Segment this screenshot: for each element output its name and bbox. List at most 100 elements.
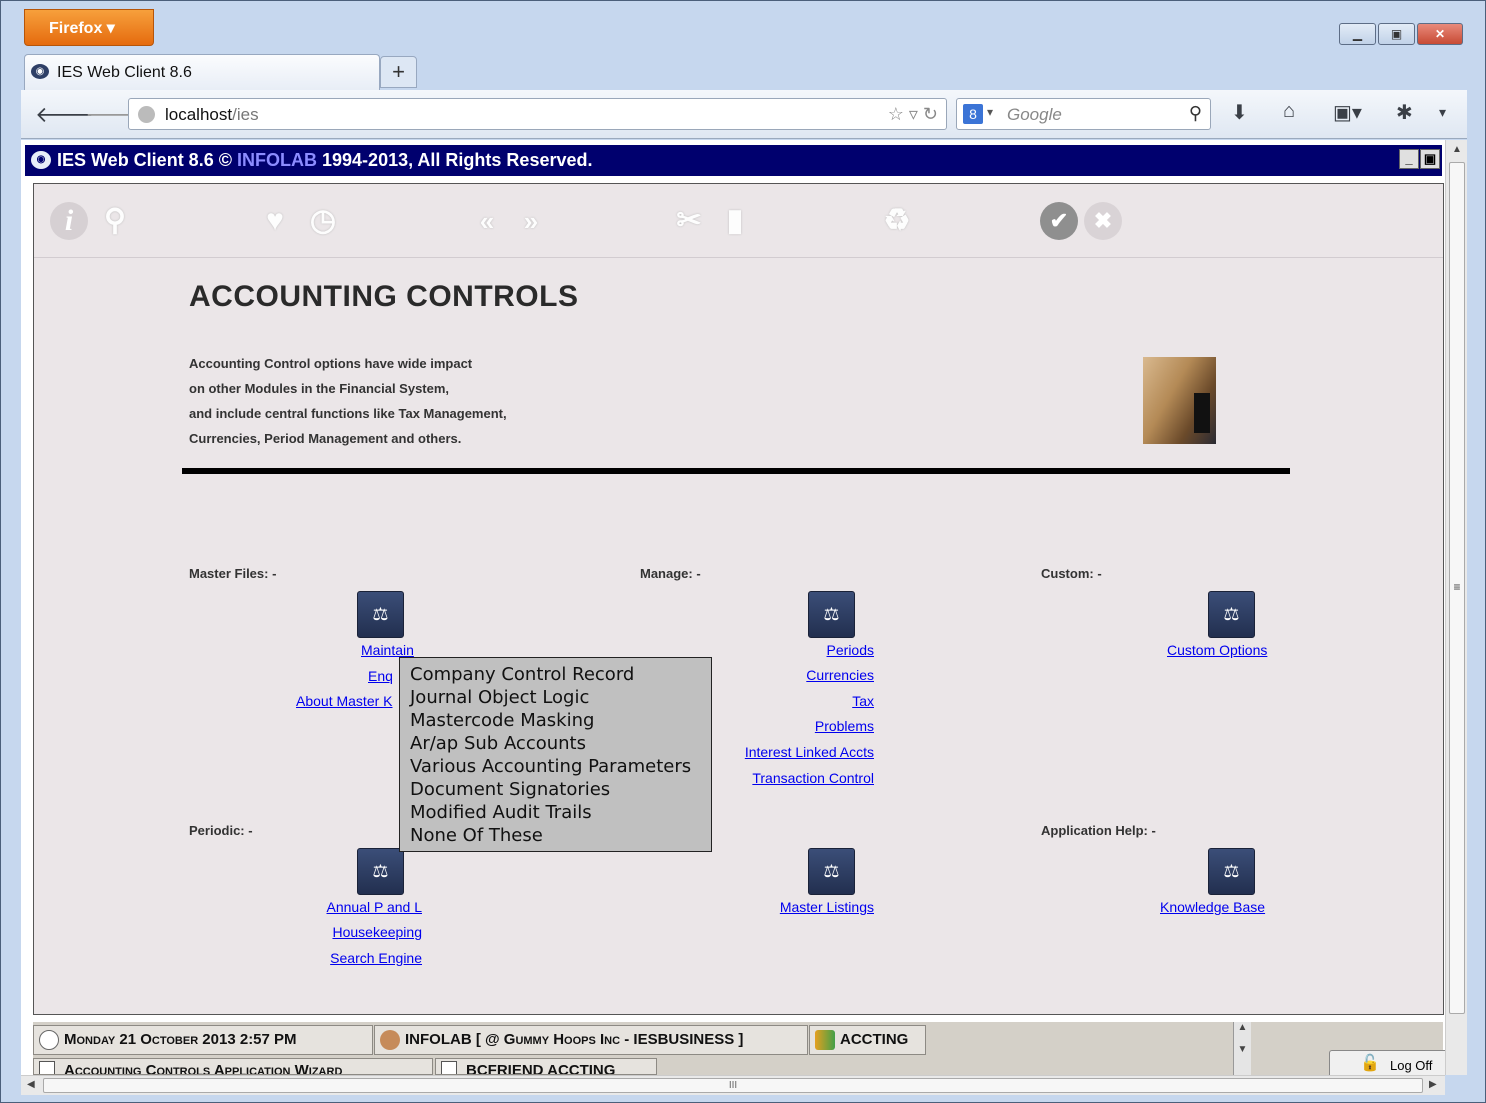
status-user: INFOLAB [ @ Gummy Hoops Inc - IESBUSINES… bbox=[374, 1025, 808, 1055]
search-bar[interactable]: 8 ▾ Google ⚲ bbox=[956, 98, 1211, 130]
scroll-left-icon[interactable]: ◀ bbox=[27, 1079, 35, 1090]
globe-icon bbox=[138, 106, 155, 123]
section-label-master-files: Master Files: - bbox=[189, 566, 277, 581]
description-line: Currencies, Period Management and others… bbox=[189, 431, 462, 446]
minimize-icon[interactable]: ▁ bbox=[1339, 23, 1376, 45]
restore-icon[interactable]: ▣ bbox=[1378, 23, 1415, 45]
scales-icon[interactable]: ⚖ bbox=[1208, 848, 1255, 895]
document-icon bbox=[39, 1061, 55, 1074]
scales-icon[interactable]: ⚖ bbox=[808, 591, 855, 638]
divider bbox=[182, 468, 1290, 474]
search-icon[interactable]: ⚲ bbox=[96, 202, 134, 240]
user-avatar-icon bbox=[380, 1030, 400, 1050]
document-icon[interactable]: ▮ bbox=[716, 202, 754, 240]
horizontal-scrollbar[interactable]: ◀ III ▶ bbox=[21, 1075, 1445, 1095]
tab-title: IES Web Client 8.6 bbox=[57, 64, 192, 81]
link-transaction-control[interactable]: Transaction Control bbox=[724, 770, 874, 786]
bookmark-star-icon[interactable]: ☆ ▿ ↻ bbox=[888, 104, 938, 125]
link-about-master[interactable]: About Master K bbox=[296, 693, 393, 709]
app-title-prefix: IES Web Client 8.6 © bbox=[57, 150, 232, 170]
restore-icon[interactable]: ▣ bbox=[1420, 149, 1440, 169]
menu-item[interactable]: Various Accounting Parameters bbox=[410, 755, 711, 778]
link-maintain[interactable]: Maintain bbox=[361, 642, 414, 658]
scroll-grip-icon: ≡ bbox=[1453, 580, 1461, 594]
bookmarks-icon[interactable]: ▣▾ bbox=[1333, 100, 1362, 125]
window-controls: ▁ ▣ ✕ bbox=[1339, 23, 1463, 45]
favorite-heart-icon[interactable]: ♥ bbox=[256, 202, 294, 240]
close-icon[interactable]: ✕ bbox=[1417, 23, 1463, 45]
scroll-thumb[interactable]: III bbox=[43, 1078, 1423, 1093]
link-problems[interactable]: Problems bbox=[794, 718, 874, 734]
scales-icon[interactable]: ⚖ bbox=[357, 591, 404, 638]
status-module-text: ACCTING bbox=[840, 1031, 909, 1048]
page-content: ◉ IES Web Client 8.6 © INFOLAB 1994-2013… bbox=[21, 140, 1449, 1075]
scroll-right-icon[interactable]: ▶ bbox=[1429, 1079, 1437, 1090]
firefox-menu-button[interactable]: Firefox ▾ bbox=[24, 9, 154, 46]
status-datetime: Monday 21 October 2013 2:57 PM bbox=[33, 1025, 373, 1055]
section-label-custom: Custom: - bbox=[1041, 566, 1102, 581]
status-scrollbar[interactable]: ▲ ▼ bbox=[1233, 1022, 1251, 1075]
link-knowledge-base[interactable]: Knowledge Base bbox=[1160, 899, 1265, 915]
link-currencies[interactable]: Currencies bbox=[794, 667, 874, 683]
scales-icon[interactable]: ⚖ bbox=[808, 848, 855, 895]
menu-item[interactable]: Mastercode Masking bbox=[410, 709, 711, 732]
module-icon bbox=[815, 1030, 835, 1050]
link-enquire[interactable]: Enq bbox=[368, 668, 393, 684]
link-periods[interactable]: Periods bbox=[822, 642, 874, 658]
firefox-menu-label: Firefox bbox=[49, 20, 103, 37]
status-frontend-text: BCFRIEND ACCTING bbox=[466, 1062, 616, 1075]
accept-check-icon[interactable]: ✔ bbox=[1040, 202, 1078, 240]
description-line: Accounting Control options have wide imp… bbox=[189, 356, 473, 371]
menu-item[interactable]: Modified Audit Trails bbox=[410, 801, 711, 824]
padlock-icon: 🔓 bbox=[1360, 1055, 1380, 1072]
link-master-listings[interactable]: Master Listings bbox=[754, 899, 874, 915]
addon-icon[interactable]: ✱ bbox=[1396, 100, 1413, 125]
next-icon[interactable]: » bbox=[512, 202, 550, 240]
search-engine-icon[interactable]: 8 bbox=[963, 104, 983, 124]
menu-item[interactable]: Journal Object Logic bbox=[410, 686, 711, 709]
scales-icon[interactable]: ⚖ bbox=[1208, 591, 1255, 638]
scroll-up-icon[interactable]: ▲ bbox=[1446, 144, 1468, 155]
menu-item[interactable]: Document Signatories bbox=[410, 778, 711, 801]
link-tax[interactable]: Tax bbox=[834, 693, 874, 709]
new-tab-button[interactable]: + bbox=[380, 56, 417, 88]
browser-tab[interactable]: ◉ IES Web Client 8.6 bbox=[24, 54, 380, 90]
clock-icon[interactable]: ◷ bbox=[304, 202, 342, 240]
home-icon[interactable]: ⌂ bbox=[1283, 100, 1295, 123]
link-search-engine[interactable]: Search Engine bbox=[302, 950, 422, 966]
previous-icon[interactable]: « bbox=[468, 202, 506, 240]
minimize-icon[interactable]: _ bbox=[1399, 149, 1419, 169]
link-annual-p-and-l[interactable]: Annual P and L bbox=[302, 899, 423, 915]
link-housekeeping[interactable]: Housekeeping bbox=[302, 924, 422, 940]
chevron-down-icon: ▾ bbox=[106, 20, 115, 37]
search-placeholder: Google bbox=[1007, 105, 1062, 124]
vertical-scrollbar[interactable]: ▲ ≡ bbox=[1445, 140, 1467, 1075]
navigation-bar: 🡐 🡒 localhost/ies ☆ ▿ ↻ 8 ▾ Google ⚲ ⬇ ⌂… bbox=[21, 90, 1467, 139]
clock-icon bbox=[39, 1030, 59, 1050]
menu-item[interactable]: Company Control Record bbox=[410, 663, 711, 686]
menu-chevron-icon[interactable]: ▾ bbox=[1439, 104, 1446, 121]
section-label-application-help: Application Help: - bbox=[1041, 823, 1156, 838]
link-custom-options[interactable]: Custom Options bbox=[1167, 642, 1267, 658]
recycle-icon[interactable]: ♻ bbox=[878, 202, 916, 240]
status-wizard[interactable]: Accounting Controls Application Wizard bbox=[33, 1058, 433, 1075]
scales-icon[interactable]: ⚖ bbox=[357, 848, 404, 895]
tools-icon[interactable]: ✂ bbox=[670, 202, 708, 240]
description-line: on other Modules in the Financial System… bbox=[189, 381, 450, 396]
app-status-bar: Monday 21 October 2013 2:57 PM INFOLAB [… bbox=[33, 1022, 1449, 1075]
url-bar[interactable]: localhost/ies ☆ ▿ ↻ bbox=[128, 98, 947, 130]
menu-item[interactable]: None Of These bbox=[410, 824, 711, 847]
menu-item[interactable]: Ar/ap Sub Accounts bbox=[410, 732, 711, 755]
download-icon[interactable]: ⬇ bbox=[1231, 100, 1248, 125]
cancel-x-icon[interactable]: ✖ bbox=[1084, 202, 1122, 240]
app-body: i ⚲ ♥ ◷ « » ✂ ▮ ♻ ✔ ✖ ACCOUNTING CONTROL… bbox=[33, 183, 1444, 1015]
status-user-text: INFOLAB [ @ Gummy Hoops Inc - IESBUSINES… bbox=[405, 1031, 744, 1048]
status-frontend[interactable]: BCFRIEND ACCTING bbox=[435, 1058, 657, 1075]
logoff-label: Log Off bbox=[1390, 1058, 1433, 1073]
link-interest-linked-accts[interactable]: Interest Linked Accts bbox=[724, 744, 874, 760]
logoff-button[interactable]: 🔓 Log Off bbox=[1329, 1050, 1449, 1075]
chevron-down-icon: ▾ bbox=[987, 105, 994, 119]
search-icon[interactable]: ⚲ bbox=[1189, 103, 1202, 124]
info-icon[interactable]: i bbox=[50, 202, 88, 240]
url-path: /ies bbox=[232, 105, 259, 124]
